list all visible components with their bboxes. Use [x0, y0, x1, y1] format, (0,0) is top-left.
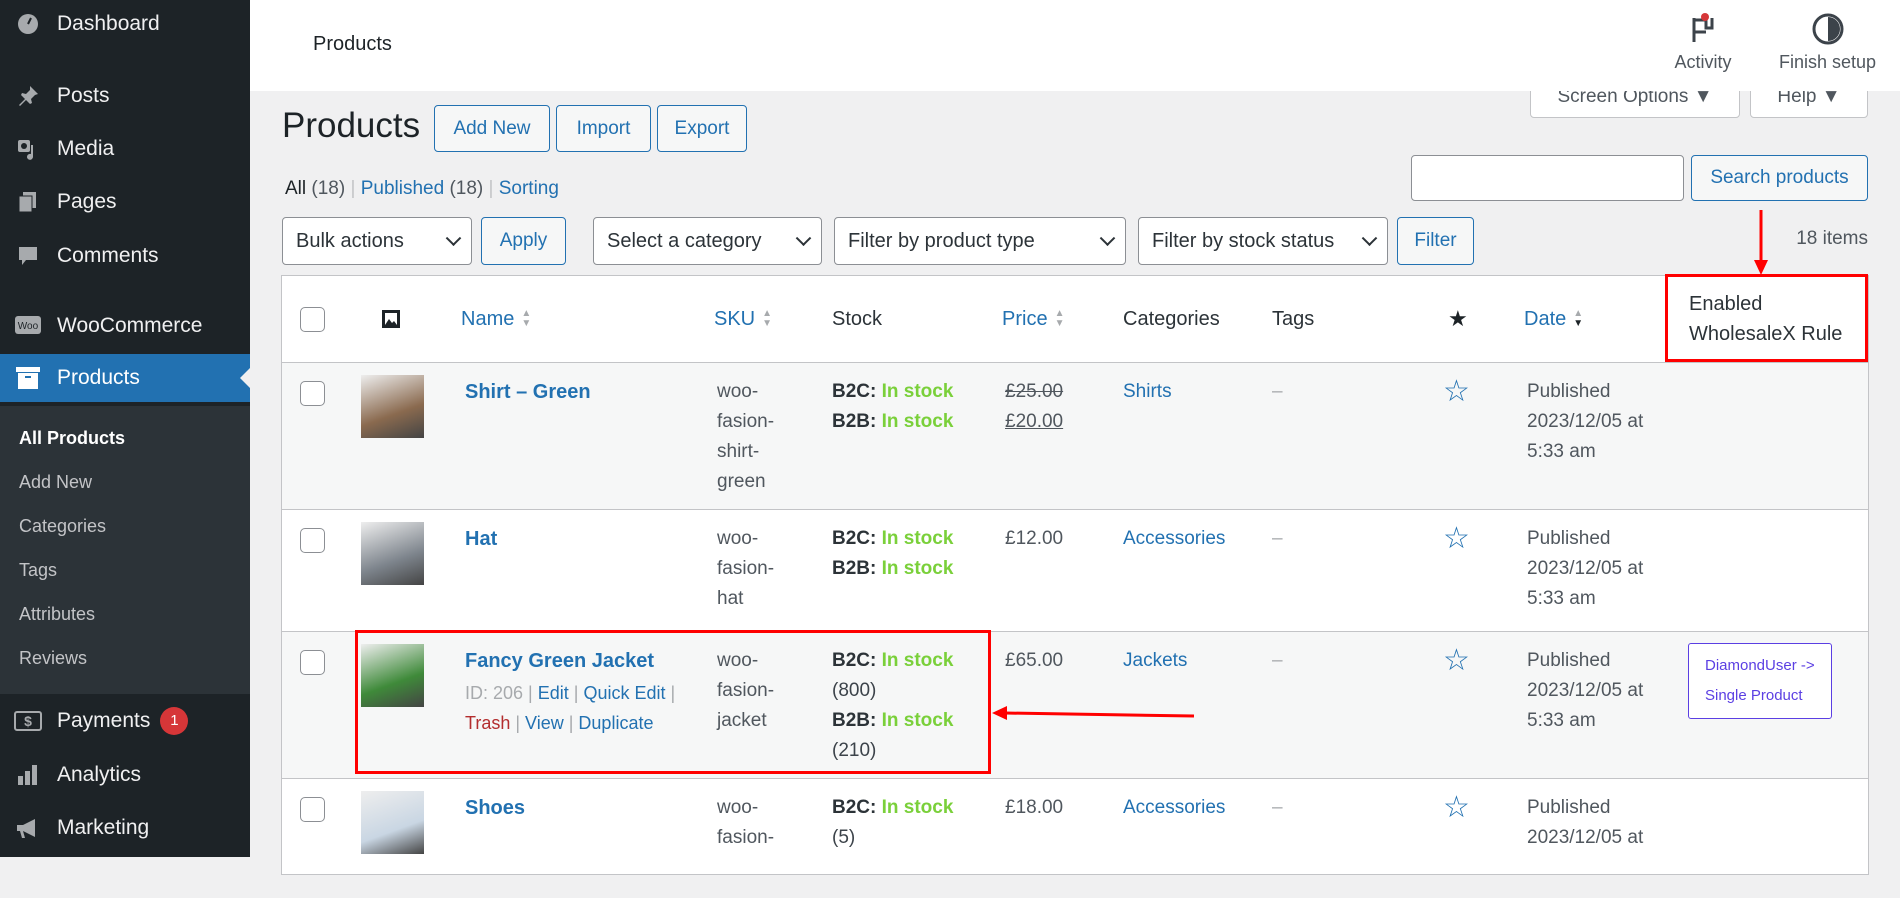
arrow-down-icon: [1754, 210, 1768, 275]
annotation-arrows: [992, 210, 1768, 720]
arrow-left-icon: [992, 706, 1195, 720]
